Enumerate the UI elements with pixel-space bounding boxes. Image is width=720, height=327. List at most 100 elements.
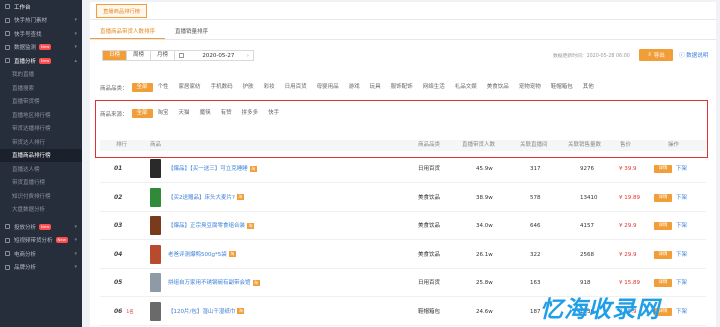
- category-chip[interactable]: 手机数码: [206, 83, 238, 92]
- category-chip[interactable]: 网络生活: [418, 83, 450, 92]
- sidebar-item[interactable]: 电商分析 ▾: [0, 247, 82, 261]
- category-chip[interactable]: 礼品文娱: [450, 83, 482, 92]
- sidebar-item[interactable]: 快手热门素材 ▾: [0, 14, 82, 28]
- delist-link[interactable]: 下架: [676, 155, 687, 183]
- sidebar-item-label: 知识付费排行榜: [12, 193, 51, 200]
- product-thumbnail[interactable]: [150, 216, 161, 235]
- delist-link[interactable]: 下架: [676, 269, 687, 297]
- detail-button[interactable]: 详情: [654, 279, 672, 287]
- sidebar-item[interactable]: 直播带货榜: [0, 95, 82, 109]
- sidebar-item[interactable]: 数据监测 New ▾: [0, 41, 82, 55]
- source-chip[interactable]: 天猫: [174, 109, 195, 118]
- delist-link[interactable]: 下架: [676, 184, 687, 212]
- date-picker[interactable]: 2020-05-27 ›: [174, 50, 254, 61]
- sidebar-item[interactable]: 带货达人排行: [0, 135, 82, 149]
- sidebar-item[interactable]: 我的直播: [0, 68, 82, 82]
- chevron-icon: ▾: [74, 44, 77, 51]
- sidebar-item[interactable]: 带货达播排行榜: [0, 122, 82, 136]
- fans-value: 646: [530, 223, 541, 229]
- category-chip[interactable]: 美食饮品: [482, 83, 514, 92]
- product-name-text: 拼组自万家用不锈钢碗有副带会馆: [168, 280, 251, 286]
- live-users-value: 24.6w: [476, 308, 493, 315]
- menu-icon: [5, 58, 10, 64]
- category-chip[interactable]: 服饰配饰: [386, 83, 418, 92]
- breadcrumb-tab[interactable]: 直播商品排行榜: [96, 3, 148, 18]
- table-row: 02 【买2送赠品】床头大麦片? 淘 美食饮品 38.9w 578 13410 ¥ 19.89…: [100, 184, 706, 212]
- chevron-icon: ▾: [74, 17, 77, 24]
- source-chip[interactable]: 有赞: [216, 109, 237, 118]
- category-chip[interactable]: 彩妆: [259, 83, 280, 92]
- product-name[interactable]: 拼组自万家用不锈钢碗有副带会馆淘: [168, 269, 260, 297]
- product-thumbnail[interactable]: [150, 244, 161, 264]
- sidebar-item-label: 工作台: [14, 4, 31, 11]
- sidebar-item[interactable]: 直播达人榜: [0, 162, 82, 176]
- detail-button[interactable]: 详情: [654, 250, 672, 259]
- breadcrumb: 直播商品排行榜: [90, 2, 716, 20]
- rank-number: 02: [114, 184, 122, 212]
- category-chip[interactable]: 家居家纺: [174, 83, 206, 92]
- tab-sort-by-sales[interactable]: 直播销量排序: [165, 24, 218, 39]
- category-chip[interactable]: 个性: [153, 83, 174, 92]
- product-thumbnail[interactable]: [150, 187, 161, 207]
- detail-button[interactable]: 详情: [654, 165, 672, 173]
- export-button[interactable]: ⇩ 导出: [639, 49, 673, 61]
- product-name[interactable]: 老爸评测爆鸭500g*5袋淘: [168, 241, 236, 269]
- product-name[interactable]: 【120片/包】湿山干湿纸巾淘: [168, 298, 245, 326]
- live-users-value: 25.8w: [476, 280, 493, 286]
- source-chip[interactable]: 快手: [263, 109, 284, 118]
- platform-tag: 淘: [249, 165, 257, 172]
- sidebar-item[interactable]: 快手号查找 ▾: [0, 27, 82, 41]
- sidebar-item[interactable]: 直播搜索: [0, 81, 82, 95]
- source-chip[interactable]: 淘宝: [153, 109, 174, 118]
- source-chip[interactable]: 拼多多: [237, 109, 264, 118]
- sidebar-item[interactable]: 带货直播行榜: [0, 176, 82, 190]
- period-week-button[interactable]: 周榜: [127, 51, 152, 60]
- product-name[interactable]: 【爆品】正宗臭豆腐零食组合装淘: [168, 212, 255, 240]
- help-label: 数据说明: [686, 53, 709, 59]
- sidebar-item[interactable]: 工作台: [0, 0, 82, 14]
- source-chip[interactable]: 魔筷: [195, 109, 216, 118]
- category-chip[interactable]: 玩具: [365, 83, 386, 92]
- delist-link[interactable]: 下架: [676, 241, 687, 269]
- category-chip[interactable]: 母婴用品: [312, 83, 344, 92]
- detail-button[interactable]: 详情: [654, 193, 672, 202]
- delist-link[interactable]: 下架: [676, 298, 687, 326]
- sidebar-item[interactable]: 直播商品排行榜: [0, 148, 82, 162]
- category-chip[interactable]: 宠物宠物: [514, 83, 546, 92]
- category-chip[interactable]: 鞋帽箱包: [546, 83, 578, 92]
- sidebar-item[interactable]: 品牌分析 ▾: [0, 261, 82, 275]
- sidebar-item[interactable]: 直播分析 New ▴: [0, 54, 82, 68]
- source-chip[interactable]: 全部: [131, 109, 153, 118]
- category-chip[interactable]: 全部: [131, 83, 153, 92]
- product-thumbnail[interactable]: [150, 273, 161, 292]
- product-name[interactable]: 【买2送赠品】床头大麦片? 淘: [168, 184, 244, 212]
- sidebar-item[interactable]: 知识付费排行榜: [0, 189, 82, 203]
- category-chip[interactable]: 日用百货: [280, 83, 312, 92]
- sidebar-item-label: 直播商品排行榜: [12, 153, 51, 160]
- table-header: 排行 商品 商品品类 直播带货人数 关联直播间 关联销售量数 售价 操作: [100, 140, 706, 151]
- category-chip[interactable]: 游戏: [344, 83, 365, 92]
- period-day-button[interactable]: 日榜: [103, 51, 128, 60]
- main-panel: 直播商品排行榜 直播商品带货人数排序 直播销量排序 日榜 周榜 月榜 2020-…: [90, 2, 716, 327]
- category-chip[interactable]: 其他: [578, 83, 599, 92]
- sales-value: 13410: [580, 194, 598, 201]
- tab-sort-by-users[interactable]: 直播商品带货人数排序: [90, 24, 166, 39]
- product-thumbnail[interactable]: [150, 159, 161, 178]
- sidebar-item[interactable]: 大盘数据分析: [0, 203, 82, 217]
- help-icon: ⓘ: [679, 53, 685, 59]
- delist-link[interactable]: 下架: [676, 212, 687, 240]
- sidebar-item[interactable]: 直播地区排行榜: [0, 108, 82, 122]
- sidebar-item[interactable]: 短视频带货分析 New ▾: [0, 234, 82, 248]
- period-month-button[interactable]: 月榜: [151, 51, 174, 60]
- fans-value: 322: [530, 251, 541, 258]
- data-help-link[interactable]: ⓘ 数据说明: [679, 51, 708, 59]
- sidebar-item[interactable]: 投放分析 New ▾: [0, 220, 82, 234]
- product-category: 日用百货: [418, 280, 441, 286]
- product-thumbnail[interactable]: [150, 301, 161, 321]
- table-row: 01 【爆品】【买一送三】可立克睡睡淘 日用百货 45.9w 317 9276 ¥ 39.9…: [100, 155, 706, 183]
- detail-button[interactable]: 详情: [654, 222, 672, 230]
- rank-value: 05: [114, 279, 123, 286]
- category-chip[interactable]: 护肤: [238, 83, 259, 92]
- product-name[interactable]: 【爆品】【买一送三】可立克睡睡淘: [168, 155, 257, 183]
- sidebar-item-label: 数据监测: [14, 45, 37, 52]
